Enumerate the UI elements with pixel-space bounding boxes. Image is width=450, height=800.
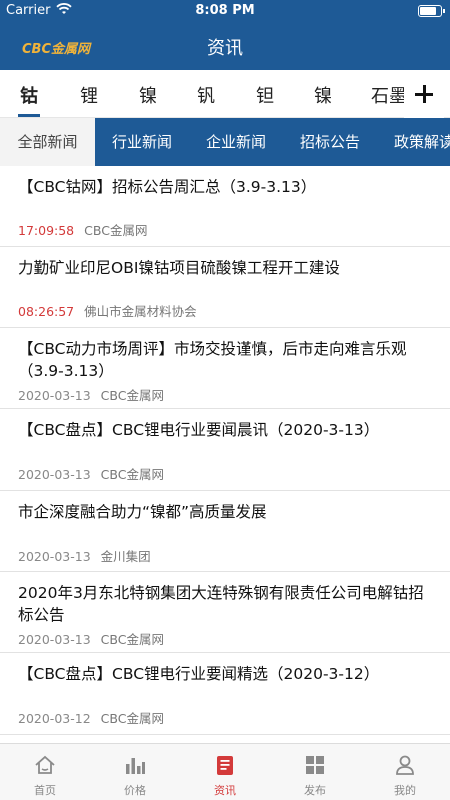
news-date: 2020-03-13	[18, 467, 91, 482]
tab-label: 价格	[124, 784, 146, 797]
news-time: 17:09:58	[18, 223, 75, 238]
news-title: 【CBC盘点】CBC锂电行业要闻晨讯（2020-3-13）	[18, 421, 380, 439]
news-source: 金川集团	[100, 549, 151, 564]
news-meta: 2020-03-12 CBC金属网	[18, 708, 164, 727]
news-source: CBC金属网	[100, 467, 164, 482]
add-category-button[interactable]	[404, 70, 444, 118]
news-source: CBC金属网	[84, 223, 148, 238]
news-item[interactable]: 【CBC钴网】招标公告周汇总（3.9-3.13） 17:09:58 CBC金属网	[0, 166, 450, 247]
category-active-indicator	[18, 114, 40, 117]
tab-label: 首页	[34, 784, 56, 797]
news-date: 2020-03-13	[18, 388, 91, 403]
plus-icon	[415, 85, 433, 103]
news-date: 2020-03-13	[18, 632, 91, 647]
news-title: 【CBC盘点】CBC锂电行业要闻精选（2020-3-12）	[18, 665, 380, 683]
news-date: 2020-03-13	[18, 549, 91, 564]
tab-industry-news[interactable]: 行业新闻	[95, 118, 189, 166]
home-icon	[34, 754, 56, 776]
tab-tender-notices[interactable]: 招标公告	[283, 118, 377, 166]
category-tantalum[interactable]: 钽	[256, 82, 274, 108]
category-cobalt[interactable]: 钴	[20, 82, 38, 108]
tab-all-news[interactable]: 全部新闻	[0, 118, 95, 166]
news-source: CBC金属网	[100, 711, 164, 726]
news-meta: 2020-03-13 CBC金属网	[18, 385, 164, 404]
news-item[interactable]: 【CBC动力市场周评】市场交投谨慎，后市走向难言乐观（3.9-3.13） 202…	[0, 328, 450, 409]
category-nickel[interactable]: 镍	[139, 82, 157, 108]
news-list: 【CBC钴网】招标公告周汇总（3.9-3.13） 17:09:58 CBC金属网 …	[0, 166, 450, 743]
bottom-tab-bar: 首页 价格 资讯 发布 我的	[0, 743, 450, 800]
battery-icon	[418, 5, 445, 17]
news-date: 2020-03-12	[18, 711, 91, 726]
person-icon	[394, 754, 416, 776]
tab-publish[interactable]: 发布	[270, 744, 360, 800]
news-title: 市企深度融合助力“镍都”高质量发展	[18, 503, 267, 521]
grid-icon	[304, 754, 326, 776]
tab-label: 我的	[394, 784, 416, 797]
news-item[interactable]: 2020年3月东北特钢集团大连特殊钢有限责任公司电解钴招标公告 2020-03-…	[0, 572, 450, 653]
news-title: 力勤矿业印尼OBI镍钴项目硫酸镍工程开工建设	[18, 259, 340, 277]
category-bar: 钴 锂 镍 钒 钽 镍 石墨	[0, 70, 450, 118]
status-bar: Carrier 8:08 PM	[0, 0, 450, 22]
tab-mine[interactable]: 我的	[360, 744, 450, 800]
news-item[interactable]: 力勤矿业印尼OBI镍钴项目硫酸镍工程开工建设 08:26:57 佛山市金属材料协会	[0, 247, 450, 328]
news-title: 【CBC钴网】招标公告周汇总（3.9-3.13）	[18, 178, 317, 196]
news-meta: 2020-03-13 CBC金属网	[18, 464, 164, 483]
news-item[interactable]: 【CBC盘点】CBC锂电行业要闻晨讯（2020-3-13） 2020-03-13…	[0, 409, 450, 491]
news-source: CBC金属网	[100, 632, 164, 647]
news-meta: 17:09:58 CBC金属网	[18, 220, 147, 239]
news-title: 2020年3月东北特钢集团大连特殊钢有限责任公司电解钴招标公告	[18, 584, 424, 624]
news-meta: 2020-03-13 CBC金属网	[18, 629, 164, 648]
tab-policy-analysis[interactable]: 政策解读	[377, 118, 450, 166]
nav-bar: CBC金属网 资讯	[0, 22, 450, 70]
news-meta: 2020-03-13 金川集团	[18, 546, 151, 565]
news-source: CBC金属网	[100, 388, 164, 403]
category-graphite[interactable]: 石墨	[371, 82, 407, 108]
news-title: 【CBC动力市场周评】市场交投谨慎，后市走向难言乐观（3.9-3.13）	[18, 340, 407, 380]
news-meta: 08:26:57 佛山市金属材料协会	[18, 301, 197, 320]
news-type-tabs: 全部新闻 行业新闻 企业新闻 招标公告 政策解读	[0, 118, 450, 166]
tab-price[interactable]: 价格	[90, 744, 180, 800]
tab-news[interactable]: 资讯	[180, 744, 270, 800]
news-source: 佛山市金属材料协会	[84, 304, 197, 319]
tab-label: 资讯	[214, 784, 236, 797]
clock: 8:08 PM	[195, 3, 255, 18]
category-lithium[interactable]: 锂	[80, 82, 98, 108]
news-icon	[214, 754, 236, 776]
category-nickel-2[interactable]: 镍	[314, 82, 332, 108]
tab-label: 发布	[304, 784, 326, 797]
tab-company-news[interactable]: 企业新闻	[189, 118, 283, 166]
tab-home[interactable]: 首页	[0, 744, 90, 800]
news-item[interactable]: 市企深度融合助力“镍都”高质量发展 2020-03-13 金川集团	[0, 491, 450, 572]
news-item[interactable]: 【CBC盘点】CBC锂电行业要闻精选（2020-3-12） 2020-03-12…	[0, 653, 450, 735]
category-vanadium[interactable]: 钒	[197, 82, 215, 108]
news-time: 08:26:57	[18, 304, 75, 319]
bar-chart-icon	[124, 754, 146, 776]
page-title: 资讯	[207, 38, 243, 59]
